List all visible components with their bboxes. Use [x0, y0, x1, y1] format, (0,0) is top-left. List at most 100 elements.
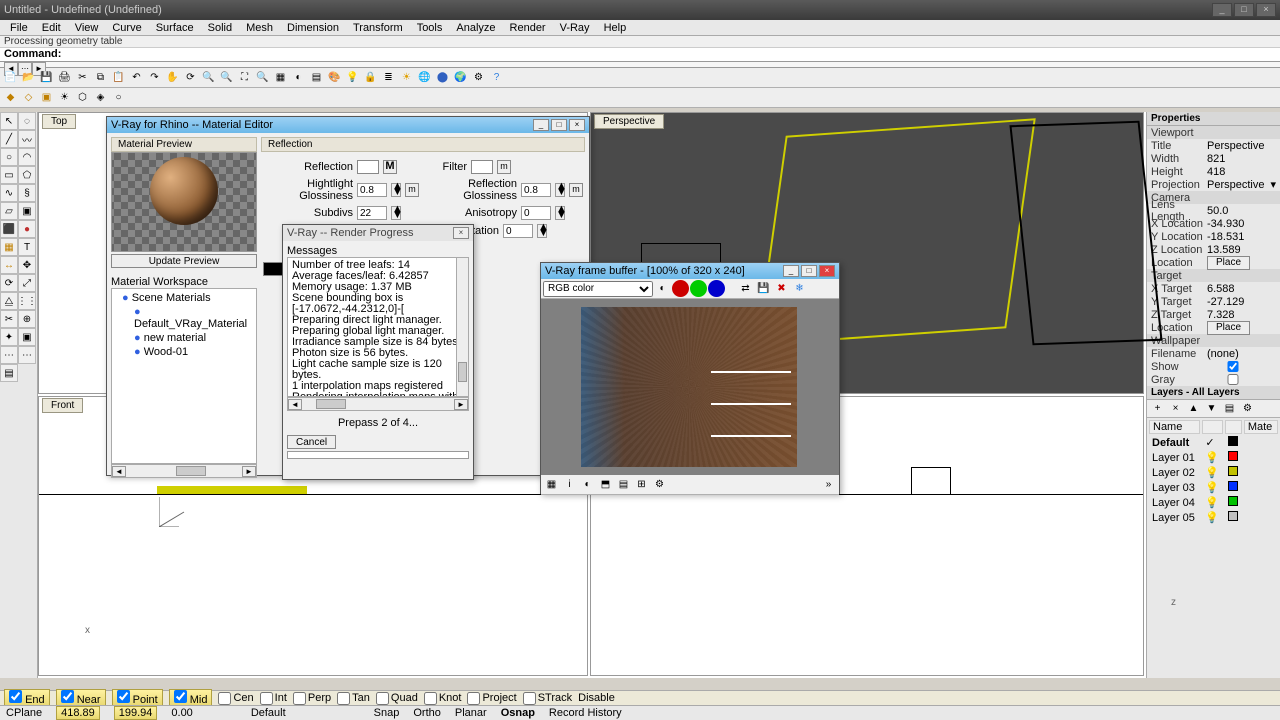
fb-close-icon[interactable]: × — [819, 265, 835, 277]
reflection-section[interactable]: Reflection — [261, 137, 585, 152]
render-icon[interactable]: 🎨 — [326, 69, 343, 86]
window-minimize[interactable]: _ — [1212, 3, 1232, 17]
trim-icon[interactable]: ✂ — [0, 310, 18, 328]
light-icon[interactable]: 💡 — [344, 69, 361, 86]
reflection-color[interactable] — [357, 160, 379, 174]
zoom-window-icon[interactable]: 🔍 — [218, 69, 235, 86]
zoom-sel-icon[interactable]: 🔍 — [254, 69, 271, 86]
spiral-icon[interactable]: § — [18, 184, 36, 202]
layer-row[interactable]: Layer 03💡 — [1149, 481, 1278, 494]
circle-icon[interactable]: ○ — [0, 148, 18, 166]
sphere-icon[interactable]: ⬤ — [434, 69, 451, 86]
group-icon[interactable]: ▣ — [18, 328, 36, 346]
mateditor-close-icon[interactable]: × — [569, 119, 585, 131]
help-icon[interactable]: ? — [488, 69, 505, 86]
layer-new-icon[interactable]: + — [1149, 400, 1166, 417]
tb2-5-icon[interactable]: ⬡ — [74, 89, 91, 106]
copy-icon[interactable]: ⧉ — [92, 69, 109, 86]
fb-max-icon[interactable]: □ — [801, 265, 817, 277]
fb-tool2-icon[interactable]: i — [561, 476, 578, 493]
wireframe-icon[interactable]: ▤ — [308, 69, 325, 86]
menu-render[interactable]: Render — [504, 22, 552, 34]
prop-yloc[interactable]: -18.531 — [1207, 231, 1276, 243]
render-progress-titlebar[interactable]: V-Ray -- Render Progress × — [283, 225, 473, 241]
osnap-tan[interactable] — [337, 692, 350, 705]
viewport-top-label[interactable]: Top — [42, 114, 76, 129]
fb-clone-icon[interactable]: ❄ — [791, 280, 808, 297]
anisotropy-spinner[interactable]: ▲▼ — [555, 206, 565, 220]
layers-header[interactable]: Layers - All Layers — [1147, 386, 1280, 400]
shade-icon[interactable]: ◐ — [290, 69, 307, 86]
prop-xloc[interactable]: -34.930 — [1207, 218, 1276, 230]
fb-tool7-icon[interactable]: ⚙ — [651, 476, 668, 493]
tree-newmat[interactable]: new material — [114, 331, 254, 345]
frame-buffer-titlebar[interactable]: V-Ray frame buffer - [100% of 320 x 240]… — [541, 263, 839, 279]
status-record[interactable]: Record History — [549, 707, 622, 719]
osnap-near[interactable] — [61, 690, 74, 703]
globe-icon[interactable]: 🌍 — [452, 69, 469, 86]
redo-icon[interactable]: ↷ — [146, 69, 163, 86]
open-icon[interactable]: 📂 — [20, 69, 37, 86]
menu-solid[interactable]: Solid — [202, 22, 238, 34]
tree-scene[interactable]: Scene Materials — [114, 291, 254, 305]
layer-row[interactable]: Layer 05💡 — [1149, 511, 1278, 524]
osnap-strack[interactable] — [523, 692, 536, 705]
fb-expand-icon[interactable]: » — [820, 476, 837, 493]
fb-tool3-icon[interactable]: ◐ — [579, 476, 596, 493]
osnap-end[interactable] — [9, 690, 22, 703]
filter-map-button[interactable]: m — [497, 160, 511, 174]
layer-row[interactable]: Layer 04💡 — [1149, 496, 1278, 509]
layer-del-icon[interactable]: × — [1167, 400, 1184, 417]
fb-blue-icon[interactable] — [708, 280, 725, 297]
mat-tree-hscroll[interactable]: ◄► — [111, 464, 257, 478]
layer-row[interactable]: Layer 02💡 — [1149, 466, 1278, 479]
menu-mesh[interactable]: Mesh — [240, 22, 279, 34]
msg-vscroll[interactable] — [456, 258, 468, 396]
fb-min-icon[interactable]: _ — [783, 265, 799, 277]
show-checkbox[interactable] — [1190, 361, 1276, 372]
subdivs-input[interactable] — [357, 206, 387, 220]
filter-color[interactable] — [471, 160, 493, 174]
pan-icon[interactable]: ✋ — [164, 69, 181, 86]
solid-icon[interactable]: ▣ — [18, 202, 36, 220]
status-ortho[interactable]: Ortho — [413, 707, 441, 719]
lasso-icon[interactable]: ◌ — [18, 112, 36, 130]
tb2-4-icon[interactable]: ☀ — [56, 89, 73, 106]
menu-help[interactable]: Help — [598, 22, 633, 34]
arc-icon[interactable]: ◠ — [18, 148, 36, 166]
srf-icon[interactable]: ▱ — [0, 202, 18, 220]
menu-dimension[interactable]: Dimension — [281, 22, 345, 34]
osnap-int[interactable] — [260, 692, 273, 705]
curve-icon[interactable]: ∿ — [0, 184, 18, 202]
cancel-button[interactable]: Cancel — [287, 435, 336, 449]
rotation-input[interactable] — [503, 224, 533, 238]
window-maximize[interactable]: □ — [1234, 3, 1254, 17]
osnap-perp[interactable] — [293, 692, 306, 705]
messages-box[interactable]: Number of tree leafs: 14 Average faces/l… — [287, 257, 469, 397]
menu-edit[interactable]: Edit — [36, 22, 67, 34]
rotation-spinner[interactable]: ▲▼ — [537, 224, 547, 238]
more1-icon[interactable]: ⋯ — [0, 346, 18, 364]
tb2-6-icon[interactable]: ◈ — [92, 89, 109, 106]
hglossy-spinner[interactable]: ▲▼ — [391, 183, 401, 197]
fb-save-icon[interactable]: 💾 — [755, 280, 772, 297]
menu-vray[interactable]: V-Ray — [554, 22, 596, 34]
save-icon[interactable]: 💾 — [38, 69, 55, 86]
tb2-7-icon[interactable]: ○ — [110, 89, 127, 106]
reflection-map-button[interactable]: M — [383, 160, 397, 174]
polyline-icon[interactable]: 〰 — [18, 130, 36, 148]
menu-curve[interactable]: Curve — [106, 22, 147, 34]
window-close[interactable]: × — [1256, 3, 1276, 17]
rglossy-spinner[interactable]: ▲▼ — [555, 183, 565, 197]
prop-lens[interactable]: 50.0 — [1207, 205, 1276, 217]
menu-transform[interactable]: Transform — [347, 22, 409, 34]
cut-icon[interactable]: ✂ — [74, 69, 91, 86]
osnap-cen[interactable] — [218, 692, 231, 705]
prop-ztarget[interactable]: 7.328 — [1207, 309, 1276, 321]
menu-surface[interactable]: Surface — [150, 22, 200, 34]
prop-xtarget[interactable]: 6.588 — [1207, 283, 1276, 295]
material-editor-titlebar[interactable]: V-Ray for Rhino -- Material Editor _ □ × — [107, 117, 589, 133]
rotate-tool-icon[interactable]: ⟳ — [0, 274, 18, 292]
layer-icon[interactable]: ≣ — [380, 69, 397, 86]
zoom-extents-icon[interactable]: ⛶ — [236, 69, 253, 86]
